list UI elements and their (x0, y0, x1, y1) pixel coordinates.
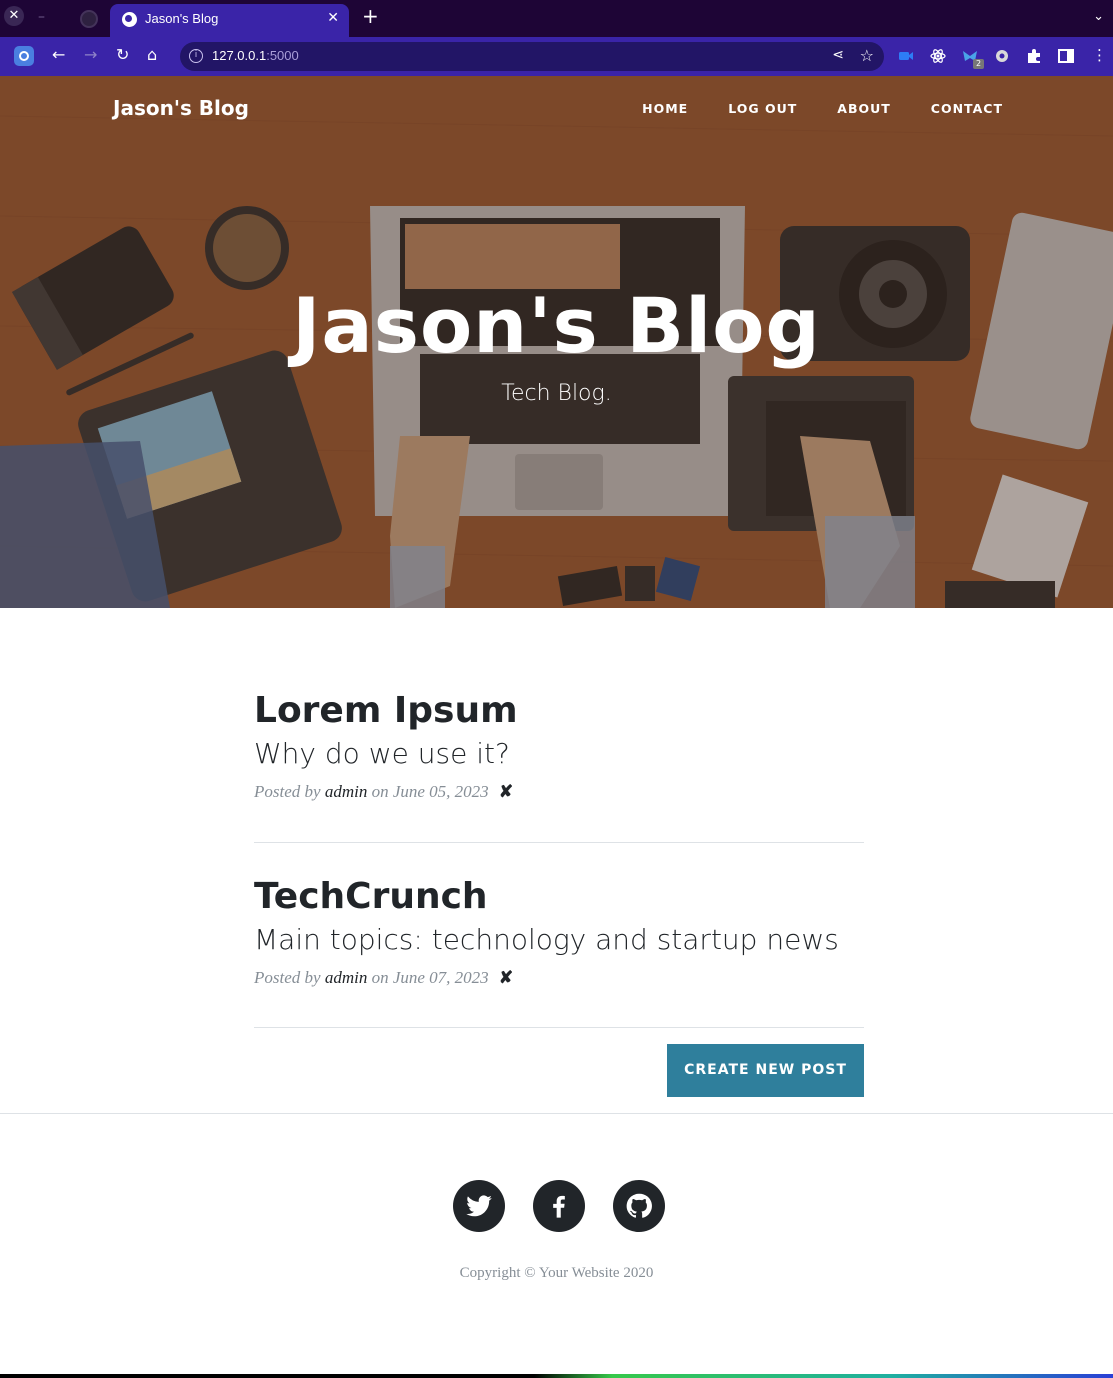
post-subtitle-link[interactable]: Why do we use it? (254, 737, 864, 770)
copyright-text: Copyright © Your Website 2020 (459, 1265, 654, 1281)
footer-divider (0, 1113, 1113, 1114)
post-author-link[interactable]: admin (325, 782, 368, 801)
new-tab-button[interactable]: + (362, 6, 379, 26)
facebook-icon (553, 1195, 565, 1218)
github-icon (626, 1193, 652, 1218)
url-text: 127.0.0.1:5000 (212, 48, 299, 63)
twitter-link[interactable] (453, 1180, 505, 1232)
facebook-link[interactable] (533, 1180, 585, 1232)
browser-tab-bar: ✕ – Jason's Blog ✕ + ⌄ (0, 0, 1113, 37)
globe-icon (122, 12, 137, 27)
gear-extension-icon[interactable] (993, 47, 1011, 65)
react-devtools-icon[interactable] (929, 47, 947, 65)
site-info-icon[interactable]: i (189, 49, 203, 63)
main-nav: HOME LOG OUT ABOUT CONTACT (602, 101, 1003, 116)
side-panel-icon[interactable] (1057, 47, 1075, 65)
home-button[interactable]: ⌂ (147, 45, 157, 65)
post-title-link[interactable]: TechCrunch (254, 876, 864, 917)
browser-toolbar: ← → ↻ ⌂ i 127.0.0.1:5000 ⋖ ☆ ⋮ (0, 37, 1113, 76)
post-meta: Posted by admin on June 07, 2023 ✘ (254, 968, 864, 988)
hero-subtitle: Tech Blog. (501, 381, 612, 406)
address-bar[interactable]: i 127.0.0.1:5000 ⋖ ☆ (180, 42, 884, 71)
window-minimize-button[interactable]: – (38, 9, 45, 25)
post-author-link[interactable]: admin (325, 968, 368, 987)
bookmark-star-icon[interactable]: ☆ (860, 46, 874, 65)
hero-header: Jason's Blog HOME LOG OUT ABOUT CONTACT … (0, 76, 1113, 608)
nav-contact[interactable]: CONTACT (931, 101, 1003, 116)
extension-icon[interactable] (14, 46, 34, 66)
nav-log-out[interactable]: LOG OUT (728, 101, 797, 116)
browser-menu-icon[interactable]: ⋮ (1092, 45, 1107, 65)
post-date: on June 05, 2023 (371, 782, 489, 801)
browser-tab-active[interactable]: Jason's Blog ✕ (110, 4, 349, 37)
nav-home[interactable]: HOME (642, 101, 688, 116)
create-new-post-button[interactable]: CREATE NEW POST (667, 1044, 864, 1097)
puzzle-extensions-icon[interactable] (1025, 47, 1043, 65)
github-link[interactable] (613, 1180, 665, 1232)
window-close-button[interactable]: ✕ (4, 6, 24, 26)
forward-button[interactable]: → (84, 45, 97, 65)
delete-post-icon[interactable]: ✘ (499, 968, 513, 987)
post-preview: TechCrunch Main topics: technology and s… (254, 843, 864, 1028)
site-brand-link[interactable]: Jason's Blog (113, 96, 249, 120)
post-list: Lorem Ipsum Why do we use it? Posted by … (254, 608, 864, 1028)
tab-title: Jason's Blog (145, 11, 219, 26)
share-icon[interactable]: ⋖ (832, 47, 844, 63)
tab-search-chevron-icon[interactable]: ⌄ (1093, 9, 1104, 24)
posted-by-label: Posted by (254, 968, 321, 987)
post-preview: Lorem Ipsum Why do we use it? Posted by … (254, 608, 864, 843)
post-meta: Posted by admin on June 05, 2023 ✘ (254, 782, 864, 802)
back-button[interactable]: ← (52, 45, 65, 65)
tab-close-icon[interactable]: ✕ (327, 10, 339, 26)
extension-badge: 2 (973, 59, 984, 69)
screen-bottom-bar (0, 1374, 1113, 1378)
twitter-icon (466, 1195, 492, 1217)
reload-button[interactable]: ↻ (116, 45, 129, 65)
inactive-tab-github-icon[interactable] (80, 10, 98, 28)
post-title-link[interactable]: Lorem Ipsum (254, 690, 864, 731)
hero-title: Jason's Blog (292, 281, 821, 370)
post-date: on June 07, 2023 (371, 968, 489, 987)
post-subtitle-link[interactable]: Main topics: technology and startup news (254, 923, 864, 956)
posted-by-label: Posted by (254, 782, 321, 801)
nav-about[interactable]: ABOUT (837, 101, 891, 116)
delete-post-icon[interactable]: ✘ (499, 782, 513, 801)
video-extension-icon[interactable] (897, 47, 915, 65)
